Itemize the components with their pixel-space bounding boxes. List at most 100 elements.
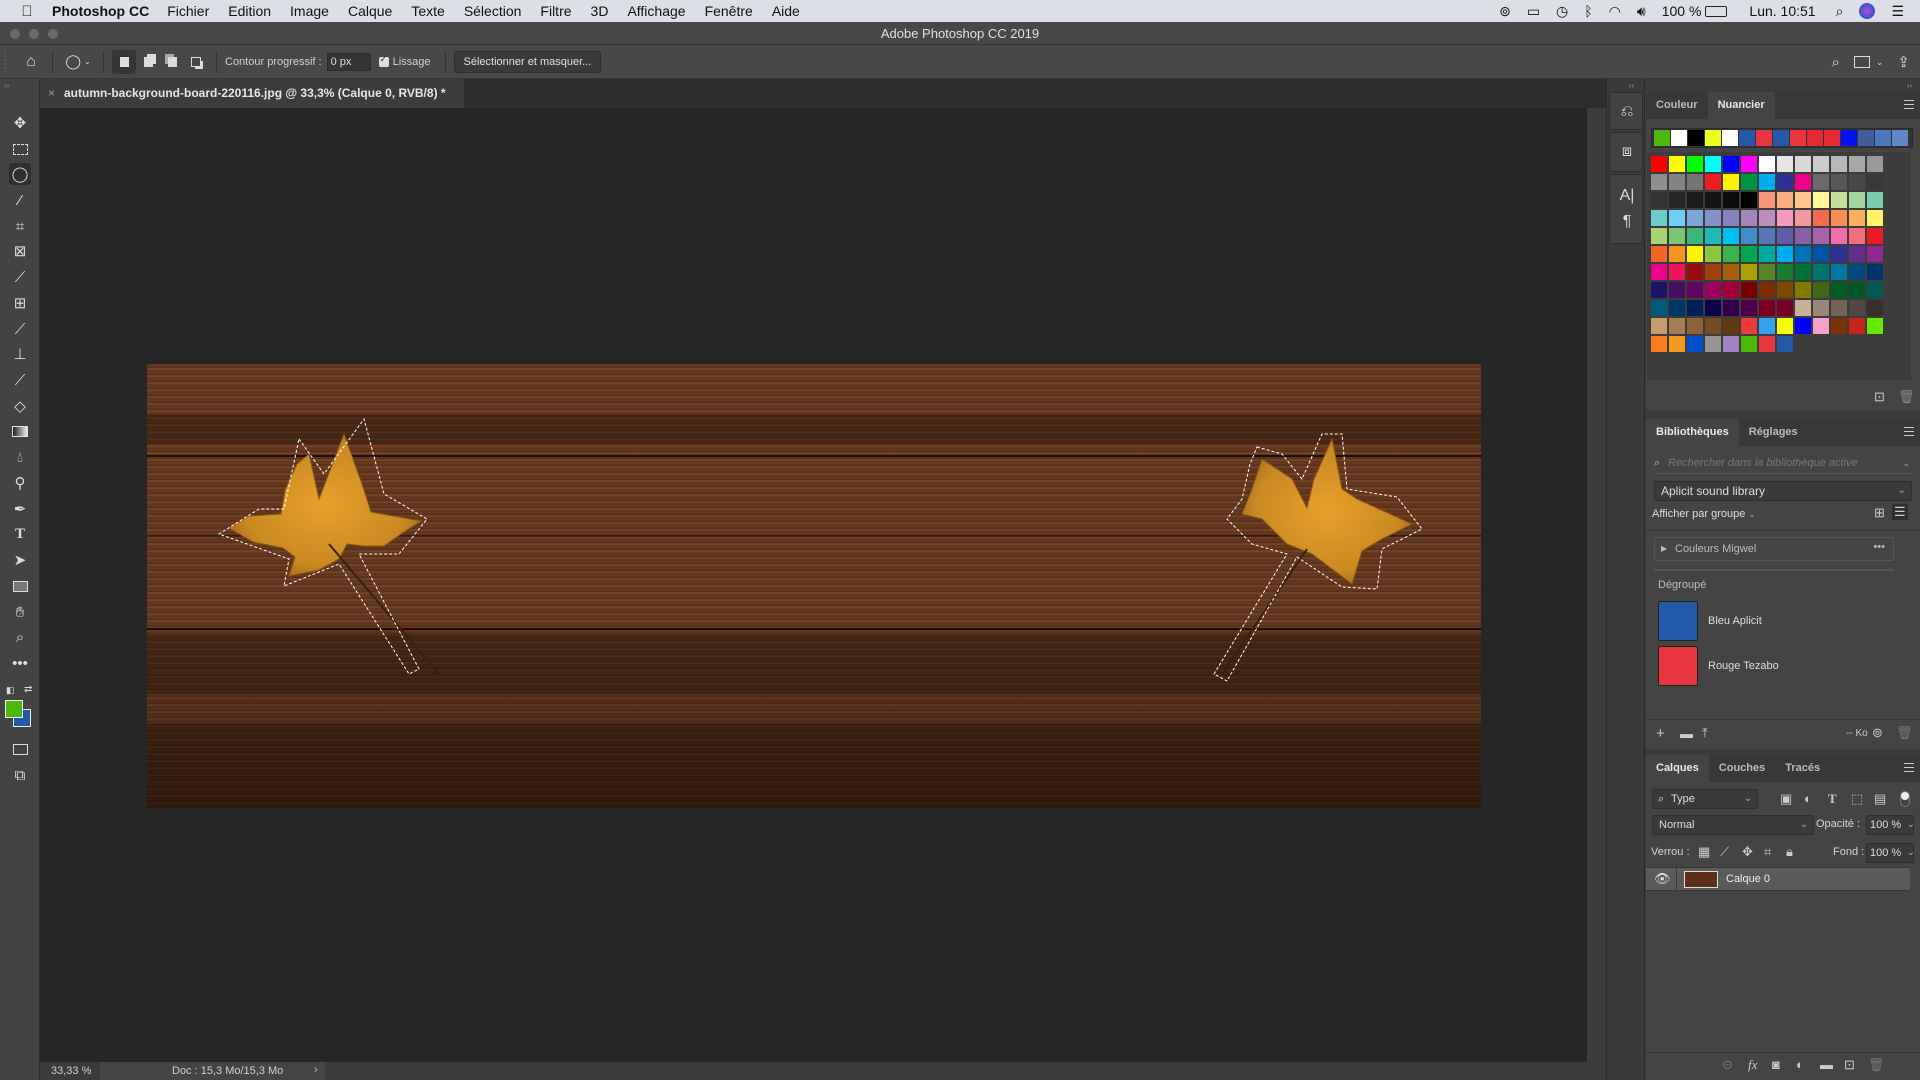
eyedropper-tool-icon[interactable]: ⟋ [9,266,31,288]
creative-cloud-icon[interactable]: ⊚ [1499,3,1511,20]
swatch[interactable] [1849,246,1865,262]
swatch[interactable] [1705,228,1721,244]
swatch[interactable] [1651,282,1667,298]
hand-tool-icon[interactable]: ✋︎ [9,601,31,623]
collapse-dock-icon[interactable]: ‹‹ [1629,81,1634,90]
swatch[interactable] [1813,264,1829,280]
spotlight-icon[interactable]: ⌕ [1836,3,1844,20]
swatch[interactable] [1651,174,1667,190]
recent-swatch[interactable] [1654,130,1670,146]
rectangle-tool-icon[interactable] [9,575,31,597]
recent-swatch[interactable] [1671,130,1687,146]
swatch[interactable] [1831,210,1847,226]
swatch[interactable] [1795,282,1811,298]
recent-swatch[interactable] [1875,130,1891,146]
swatch[interactable] [1777,264,1793,280]
recent-swatch[interactable] [1807,130,1823,146]
workspace-icon[interactable] [1853,56,1870,68]
visibility-eye-icon[interactable]: 👁︎ [1654,871,1671,887]
swatch[interactable] [1723,282,1739,298]
swatch[interactable] [1669,192,1685,208]
swatch[interactable] [1687,318,1703,334]
swatch[interactable] [1669,282,1685,298]
brush-tool-icon[interactable]: ⟋ [9,318,31,340]
swatch[interactable] [1687,264,1703,280]
swatch[interactable] [1723,318,1739,334]
swatch[interactable] [1849,192,1865,208]
swatch[interactable] [1813,282,1829,298]
swatch[interactable] [1687,282,1703,298]
recent-swatch[interactable] [1688,130,1704,146]
swatch[interactable] [1867,174,1883,190]
swatch[interactable] [1705,318,1721,334]
menu-texte[interactable]: Texte [411,3,444,19]
add-mask-icon[interactable]: ◙ [1772,1057,1780,1072]
recent-swatch[interactable] [1824,130,1840,146]
swatch[interactable] [1651,210,1667,226]
swatch[interactable] [1759,282,1775,298]
swatch[interactable] [1795,318,1811,334]
screen-mode-icon[interactable]: ⧉ [9,764,31,786]
swatch[interactable] [1669,336,1685,352]
swatch[interactable] [1687,192,1703,208]
swatch[interactable] [1867,264,1883,280]
swatch[interactable] [1651,156,1667,172]
swatch[interactable] [1831,192,1847,208]
gradient-tool-icon[interactable] [9,420,31,442]
swatch[interactable] [1651,192,1667,208]
swatch[interactable] [1795,174,1811,190]
add-to-selection-button[interactable] [136,50,160,74]
swatch[interactable] [1687,300,1703,316]
swatch[interactable] [1759,156,1775,172]
filter-smart-objects-icon[interactable]: ▤ [1874,791,1886,807]
delete-icon[interactable]: 🗑︎ [1896,725,1913,741]
intersect-selection-button[interactable] [184,50,208,74]
library-color-bleu-aplicit[interactable] [1658,601,1698,641]
swatch[interactable] [1723,174,1739,190]
swatch[interactable] [1813,228,1829,244]
menu-fenetre[interactable]: Fenêtre [705,3,753,19]
swatch[interactable] [1867,300,1883,316]
lock-transparent-pixels-icon[interactable]: ▦ [1698,844,1710,860]
grid-view-icon[interactable]: ⊞ [1874,505,1885,521]
swatch[interactable] [1669,264,1685,280]
lock-artboard-icon[interactable]: ⌗ [1764,844,1771,860]
panel-menu-icon[interactable] [1904,763,1914,772]
battery-icon[interactable] [1705,5,1728,17]
airplay-icon[interactable]: ▭ [1527,3,1540,20]
recent-swatch[interactable] [1773,130,1789,146]
options-bar-grip[interactable] [4,50,14,73]
menu-aide[interactable]: Aide [772,3,800,19]
swatch[interactable] [1759,300,1775,316]
add-element-icon[interactable]: + [1656,725,1665,742]
swatch[interactable] [1705,336,1721,352]
close-document-icon[interactable]: × [48,79,55,108]
swatch[interactable] [1795,228,1811,244]
notification-center-icon[interactable]: ☰ [1891,3,1904,20]
swatch[interactable] [1813,300,1829,316]
swatch[interactable] [1741,318,1757,334]
view-by-group-dropdown[interactable]: Afficher par groupe ⌄ [1652,508,1756,520]
quick-mask-icon[interactable] [9,738,31,760]
swatch[interactable] [1777,228,1793,244]
document-info[interactable]: Doc : 15,3 Mo/15,3 Mo [100,1062,325,1080]
swatch[interactable] [1687,156,1703,172]
swatch[interactable] [1867,246,1883,262]
siri-icon[interactable] [1859,3,1876,19]
swatch[interactable] [1795,210,1811,226]
filter-shape-layers-icon[interactable]: ⬚ [1851,791,1863,807]
swatch[interactable] [1759,174,1775,190]
pen-tool-icon[interactable]: ✒︎ [9,498,31,520]
swatch[interactable] [1651,264,1667,280]
select-and-mask-button[interactable]: Sélectionner et masquer... [453,50,602,73]
swatch[interactable] [1669,174,1685,190]
chevron-down-icon[interactable]: ⌄ [1907,844,1915,862]
creative-cloud-icon[interactable]: ⊚ [1872,725,1883,741]
clone-stamp-tool-icon[interactable]: ⊥ [9,343,31,365]
swatch[interactable] [1705,210,1721,226]
swatch[interactable] [1759,192,1775,208]
lock-image-pixels-icon[interactable]: ⟋ [1720,844,1729,860]
filter-toggle-switch[interactable] [1900,791,1910,807]
recent-swatch[interactable] [1756,130,1772,146]
swatch[interactable] [1849,300,1865,316]
